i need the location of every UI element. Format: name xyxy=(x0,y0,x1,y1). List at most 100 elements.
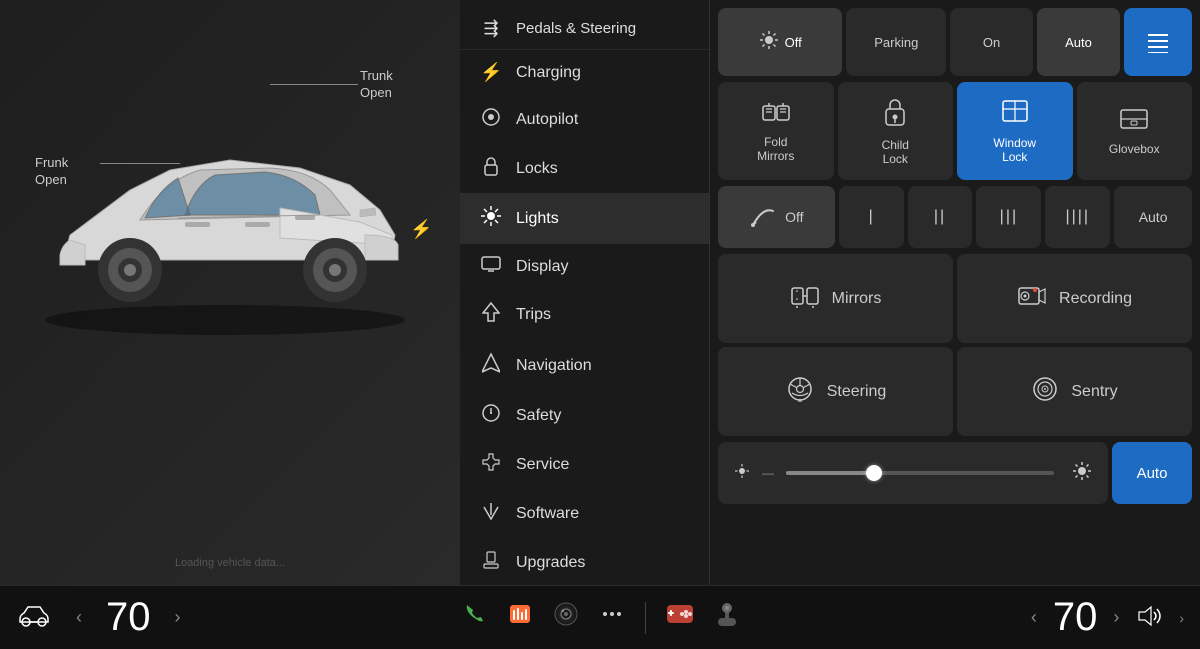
brightness-auto-label: Auto xyxy=(1137,465,1168,482)
speed-left: 70 xyxy=(106,595,151,640)
wiper-auto-label: Auto xyxy=(1139,209,1168,225)
taskbar-center xyxy=(308,600,892,635)
speed-right-next-arrow[interactable]: › xyxy=(1113,607,1119,628)
games-icon[interactable] xyxy=(666,601,694,634)
window-lock-icon xyxy=(1001,99,1029,130)
car-footnote: Loading vehicle data... xyxy=(0,557,460,569)
wiper-speed-4-btn[interactable]: |||| xyxy=(1045,186,1110,248)
joystick-icon[interactable] xyxy=(714,600,740,635)
menu-item-upgrades[interactable]: Upgrades xyxy=(460,538,709,585)
speed-left-arrow[interactable]: ‹ xyxy=(76,607,82,628)
music-icon[interactable] xyxy=(507,601,533,634)
wiper-speed-4-label: |||| xyxy=(1065,208,1090,226)
lights-label: Lights xyxy=(516,210,559,228)
lights-auto-btn[interactable]: Auto xyxy=(1037,8,1120,76)
upgrades-icon xyxy=(480,550,502,575)
menu-item-lights[interactable]: Lights xyxy=(460,193,709,244)
taskbar-right: ‹ 70 › › xyxy=(892,595,1184,640)
controls-area: Off Parking On Auto xyxy=(710,0,1200,585)
glovebox-btn[interactable]: Glovebox xyxy=(1077,82,1193,180)
main-layout: Trunk Open FrunkOpen xyxy=(0,0,1200,585)
menu-item-trips[interactable]: Trips xyxy=(460,289,709,340)
lights-list-btn[interactable] xyxy=(1124,8,1192,76)
menu-item-service[interactable]: Service xyxy=(460,440,709,489)
speed-right: 70 xyxy=(1053,595,1098,640)
volume-arrow[interactable]: › xyxy=(1179,610,1184,626)
sentry-label: Sentry xyxy=(1071,383,1117,401)
brightness-track[interactable] xyxy=(786,471,1054,475)
steering-btn[interactable]: Steering xyxy=(718,347,953,436)
navigation-label: Navigation xyxy=(516,357,592,375)
glovebox-label: Glovebox xyxy=(1109,142,1160,156)
menu-item-autopilot[interactable]: Autopilot xyxy=(460,95,709,144)
glovebox-icon xyxy=(1119,107,1149,136)
wiper-speed-3-btn[interactable]: ||| xyxy=(976,186,1041,248)
sentry-btn[interactable]: Sentry xyxy=(957,347,1192,436)
display-label: Display xyxy=(516,258,568,276)
wiper-icon xyxy=(749,203,777,232)
lights-on-btn[interactable]: On xyxy=(950,8,1033,76)
pedals-icon: ⇶ xyxy=(480,18,502,39)
menu-item-display[interactable]: Display xyxy=(460,244,709,289)
car-icon[interactable] xyxy=(16,602,52,634)
locks-row: FoldMirrors ChildLock xyxy=(718,82,1192,180)
wiper-off-btn[interactable]: Off xyxy=(718,186,835,248)
child-lock-icon xyxy=(882,97,908,132)
safety-icon xyxy=(480,403,502,428)
lights-parking-btn[interactable]: Parking xyxy=(846,8,946,76)
window-lock-label: WindowLock xyxy=(993,136,1036,164)
apps-icon[interactable] xyxy=(599,601,625,634)
upgrades-label: Upgrades xyxy=(516,554,585,572)
display-icon xyxy=(480,256,502,277)
autopilot-label: Autopilot xyxy=(516,111,578,129)
mirrors-btn[interactable]: Mirrors xyxy=(718,254,953,343)
steering-label: Steering xyxy=(827,383,887,401)
recording-btn[interactable]: Recording xyxy=(957,254,1192,343)
menu-item-software[interactable]: Software xyxy=(460,489,709,538)
child-lock-btn[interactable]: ChildLock xyxy=(838,82,954,180)
mirrors-icon xyxy=(790,284,820,313)
pedals-label: Pedals & Steering xyxy=(516,20,636,37)
menu-item-charging[interactable]: ⚡ Charging xyxy=(460,50,709,95)
volume-icon[interactable] xyxy=(1135,602,1163,634)
speed-right-prev-arrow[interactable]: ‹ xyxy=(1031,607,1037,628)
car-area: Trunk Open FrunkOpen xyxy=(0,0,460,585)
service-icon xyxy=(480,452,502,477)
wiper-auto-btn[interactable]: Auto xyxy=(1114,186,1192,248)
window-lock-btn[interactable]: WindowLock xyxy=(957,82,1073,180)
fold-mirrors-btn[interactable]: FoldMirrors xyxy=(718,82,834,180)
menu-item-pedals[interactable]: ⇶ Pedals & Steering xyxy=(460,8,709,50)
brightness-auto-btn[interactable]: Auto xyxy=(1112,442,1192,504)
steering-icon xyxy=(785,376,815,407)
lights-off-btn[interactable]: Off xyxy=(718,8,842,76)
wiper-speed-1-btn[interactable]: | xyxy=(839,186,904,248)
speed-right-arrow[interactable]: › xyxy=(175,607,181,628)
safety-label: Safety xyxy=(516,407,561,425)
wiper-speed-2-btn[interactable]: || xyxy=(908,186,973,248)
mirrors-label: Mirrors xyxy=(832,290,882,308)
phone-icon[interactable] xyxy=(461,601,487,634)
list-icon xyxy=(1144,31,1172,53)
dashcam-icon[interactable] xyxy=(553,601,579,634)
menu-item-locks[interactable]: Locks xyxy=(460,144,709,193)
taskbar: ‹ 70 › xyxy=(0,585,1200,649)
software-icon xyxy=(480,501,502,526)
menu-item-safety[interactable]: Safety xyxy=(460,391,709,440)
service-label: Service xyxy=(516,456,569,474)
brightness-row: — Auto xyxy=(718,442,1192,504)
svg-text:⚡: ⚡ xyxy=(410,218,432,240)
autopilot-icon xyxy=(480,107,502,132)
sentry-icon xyxy=(1031,375,1059,408)
recording-icon xyxy=(1017,283,1047,314)
car-image: ⚡ xyxy=(10,50,440,350)
charging-label: Charging xyxy=(516,64,581,82)
trips-label: Trips xyxy=(516,306,551,324)
menu-item-navigation[interactable]: Navigation xyxy=(460,340,709,391)
wiper-off-label: Off xyxy=(785,209,803,225)
panels-row: Mirrors Steering xyxy=(718,254,1192,436)
fold-mirrors-icon xyxy=(761,100,791,129)
brightness-slider-container[interactable]: — xyxy=(718,442,1108,504)
software-label: Software xyxy=(516,505,579,523)
auto-label: Auto xyxy=(1065,35,1092,50)
navigation-icon xyxy=(480,352,502,379)
